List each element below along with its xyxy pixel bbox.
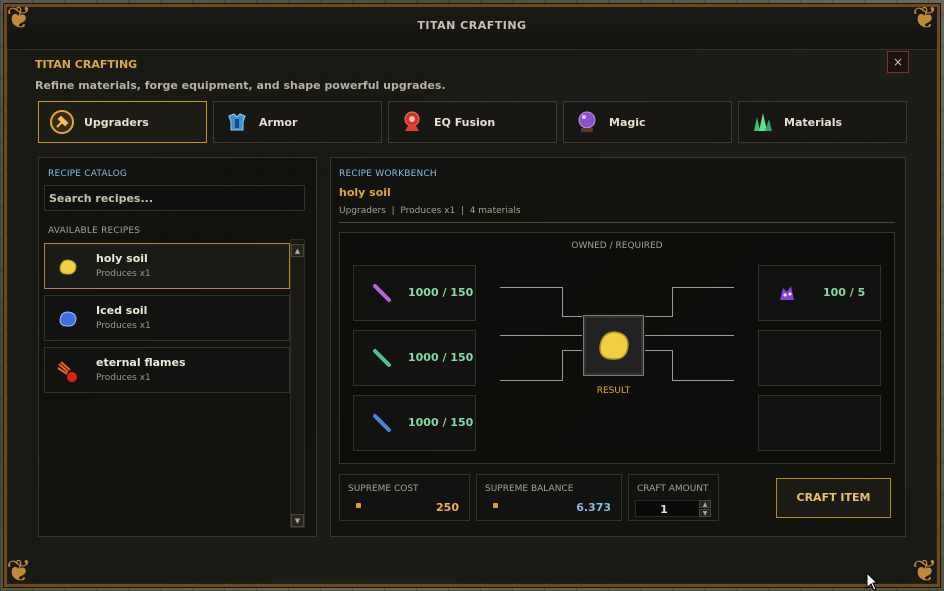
coin-icon — [493, 503, 498, 508]
result-slot[interactable] — [583, 315, 644, 376]
supreme-balance-value: 6.373 — [576, 501, 611, 514]
result-label: RESULT — [596, 386, 631, 396]
crystal-ball-icon — [578, 111, 596, 132]
supreme-cost-value: 250 — [436, 501, 459, 514]
recipe-produces: Produces x1 — [96, 269, 151, 279]
material-count: 1000 / 150 — [408, 286, 474, 299]
recipe-list-scrollbar[interactable]: ▲ ▼ — [290, 239, 305, 528]
crystals-icon — [754, 113, 772, 131]
scroll-down-button[interactable]: ▼ — [291, 514, 304, 527]
material-count: 1000 / 150 — [408, 351, 474, 364]
recipe-name: Iced soil — [96, 304, 148, 317]
meta-category: Upgraders — [339, 206, 386, 216]
tab-label: EQ Fusion — [434, 115, 496, 129]
search-input[interactable] — [45, 186, 304, 210]
meta-materials: 4 materials — [469, 206, 521, 216]
catalog-label: RECIPE CATALOG — [48, 169, 128, 179]
window-title: TITAN CRAFTING — [417, 19, 527, 32]
decrement-button[interactable]: ▼ — [699, 509, 711, 517]
craft-amount-value: 1 — [660, 503, 668, 516]
corner-ornament-icon: ❦ — [6, 1, 32, 36]
recipe-item-iced-soil[interactable]: Iced soil Produces x1 — [44, 295, 290, 341]
window-titlebar[interactable]: TITAN CRAFTING — [7, 7, 937, 50]
close-button[interactable]: × — [887, 51, 909, 73]
material-slot[interactable]: 1000 / 150 — [353, 265, 476, 321]
recipe-produces: Produces x1 — [96, 373, 151, 383]
material-count: 1000 / 150 — [408, 416, 474, 429]
tab-label: Magic — [609, 115, 646, 129]
recipe-name: eternal flames — [96, 356, 186, 369]
search-box — [44, 185, 305, 211]
mouse-cursor-icon — [866, 572, 878, 591]
iced-soil-icon — [59, 311, 77, 327]
recipe-produces: Produces x1 — [96, 321, 151, 331]
workbench-meta: Upgraders | Produces x1 | 4 materials — [339, 206, 521, 216]
tab-label: Upgraders — [84, 115, 149, 129]
green-rod-icon — [373, 349, 391, 367]
craft-amount-field[interactable]: 1 — [635, 500, 705, 517]
supreme-cost-box: SUPREME COST 250 — [339, 474, 470, 521]
available-recipes-label: AVAILABLE RECIPES — [48, 226, 141, 236]
craft-item-button[interactable]: CRAFT ITEM — [776, 478, 891, 518]
tab-upgraders[interactable]: Upgraders — [38, 101, 207, 143]
corner-ornament-icon: ❦ — [6, 554, 32, 589]
material-slot[interactable]: 100 / 5 — [758, 265, 881, 321]
recipe-name: holy soil — [96, 252, 148, 265]
meta-separator: | — [391, 206, 395, 216]
tab-eq-fusion[interactable]: EQ Fusion — [388, 101, 557, 143]
eternal-flames-icon — [57, 361, 77, 382]
material-slot[interactable]: 1000 / 150 — [353, 330, 476, 386]
purple-rod-icon — [373, 284, 391, 302]
tab-label: Armor — [259, 115, 298, 129]
supreme-cost-label: SUPREME COST — [348, 484, 419, 494]
tab-armor[interactable]: Armor — [213, 101, 382, 143]
page-subtitle: Refine materials, forge equipment, and s… — [35, 79, 446, 92]
holy-soil-icon — [599, 331, 629, 360]
blue-rod-icon — [373, 414, 391, 432]
tab-magic[interactable]: Magic — [563, 101, 732, 143]
corner-ornament-icon: ❦ — [912, 1, 938, 36]
armor-icon — [228, 113, 246, 131]
tab-materials[interactable]: Materials — [738, 101, 907, 143]
supreme-balance-label: SUPREME BALANCE — [485, 484, 574, 494]
recipe-item-holy-soil[interactable]: holy soil Produces x1 — [44, 243, 290, 289]
meta-produces: Produces x1 — [400, 206, 456, 216]
increment-button[interactable]: ▲ — [699, 500, 711, 508]
tab-label: Materials — [784, 115, 843, 129]
supreme-balance-box: SUPREME BALANCE 6.373 — [476, 474, 622, 521]
empty-material-slot[interactable] — [758, 330, 881, 386]
corner-ornament-icon: ❦ — [912, 554, 938, 589]
hammer-icon — [50, 110, 74, 134]
craft-amount-box: CRAFT AMOUNT 1 ▲ ▼ — [628, 474, 719, 521]
divider — [339, 222, 895, 223]
material-slot[interactable]: 1000 / 150 — [353, 395, 476, 451]
recipe-item-eternal-flames[interactable]: eternal flames Produces x1 — [44, 347, 290, 393]
purple-creature-icon — [780, 286, 794, 300]
holy-soil-icon — [59, 259, 77, 275]
workbench-label: RECIPE WORKBENCH — [339, 169, 437, 179]
owned-required-label: OWNED / REQUIRED — [571, 241, 663, 251]
fusion-icon — [404, 111, 420, 131]
meta-separator: | — [460, 206, 464, 216]
empty-material-slot[interactable] — [758, 395, 881, 451]
page-title: TITAN CRAFTING — [35, 58, 138, 71]
craft-amount-label: CRAFT AMOUNT — [637, 484, 709, 494]
coin-icon — [356, 503, 361, 508]
material-count: 100 / 5 — [823, 286, 866, 299]
scroll-up-button[interactable]: ▲ — [291, 244, 304, 257]
workbench-recipe-name: holy soil — [339, 186, 391, 199]
